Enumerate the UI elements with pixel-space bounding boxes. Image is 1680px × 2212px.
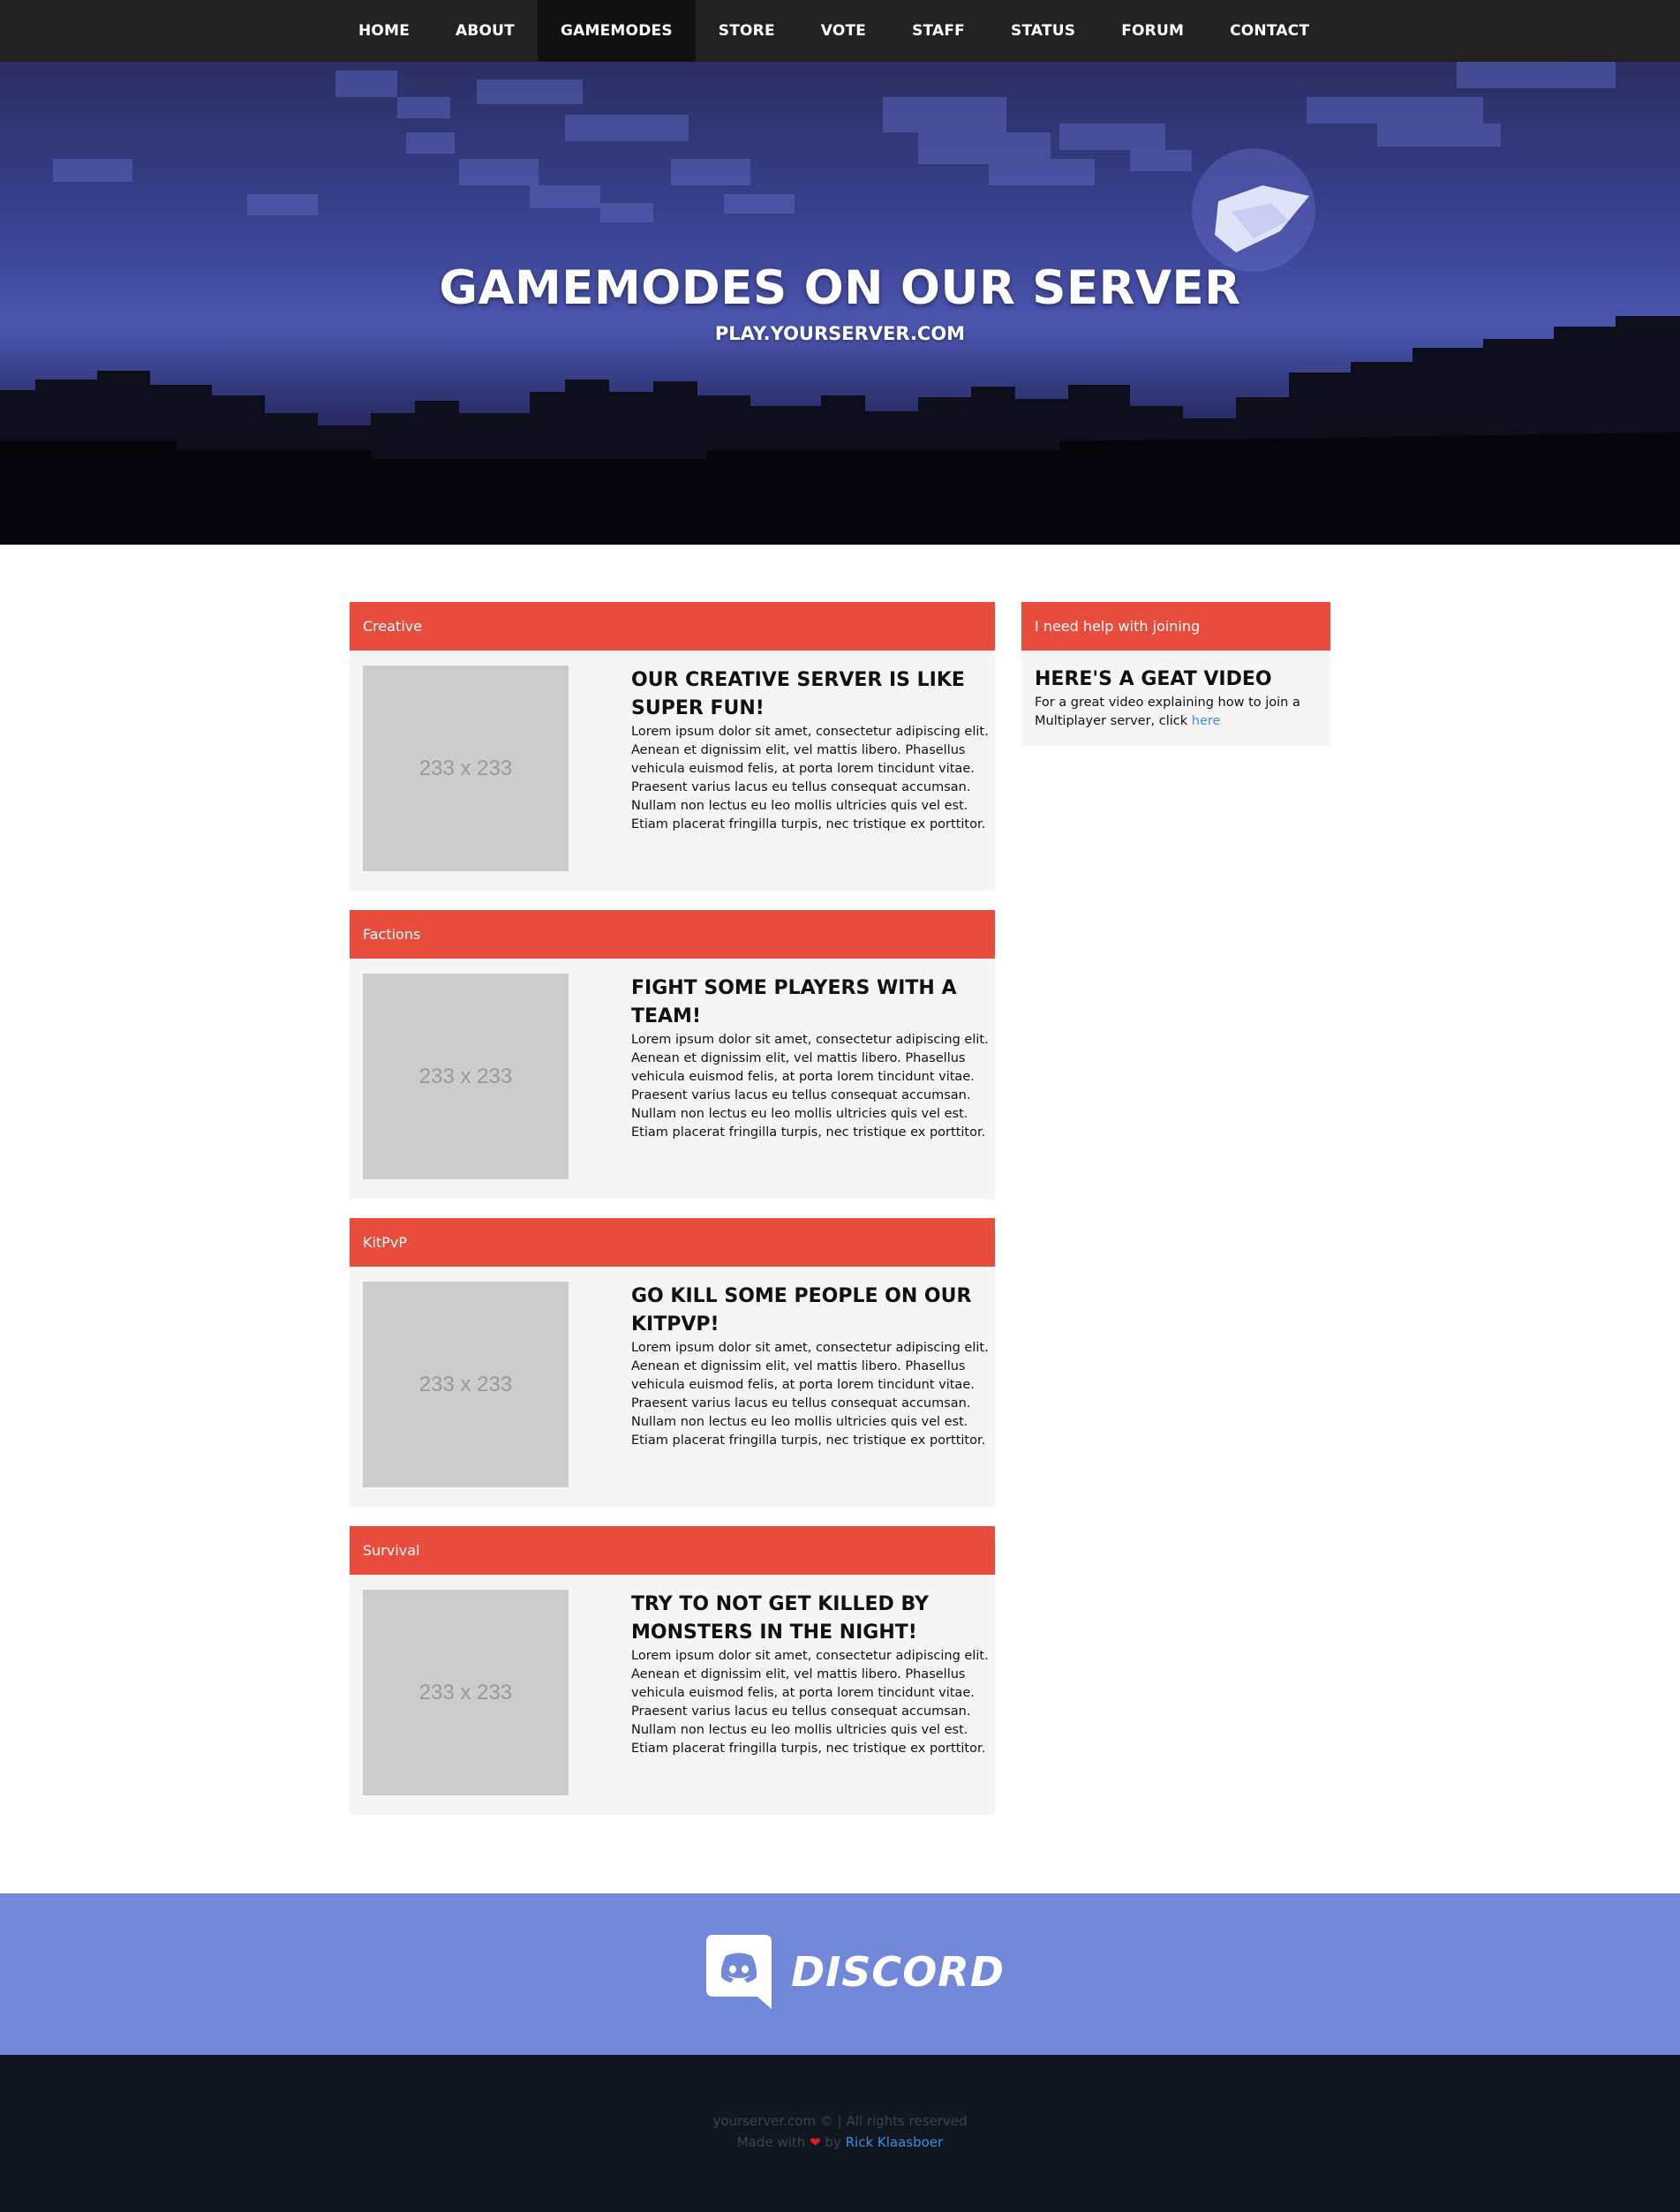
- footer-credit: Made with ❤ by Rick Klaasboer: [0, 2134, 1680, 2150]
- gamemode-text: FIGHT SOME PLAYERS WITH A TEAM! Lorem ip…: [631, 974, 1002, 1142]
- sidebar-text: For a great video explaining how to join…: [1035, 694, 1322, 731]
- nav-store[interactable]: STORE: [696, 0, 798, 62]
- gamemode-heading: TRY TO NOT GET KILLED BY MONSTERS IN THE…: [631, 1593, 929, 1644]
- nav-menu: HOME ABOUT GAMEMODES STORE VOTE STAFF ST…: [335, 0, 1332, 62]
- nav-about[interactable]: ABOUT: [433, 0, 538, 62]
- nav-contact[interactable]: CONTACT: [1207, 0, 1332, 62]
- gamemode-text: GO KILL SOME PEOPLE ON OUR KITPVP! Lorem…: [631, 1283, 1002, 1450]
- discord-icon: [706, 1935, 772, 2009]
- footer: yourserver.com © | All rights reserved M…: [0, 2055, 1680, 2212]
- gamemode-heading: GO KILL SOME PEOPLE ON OUR KITPVP!: [631, 1285, 972, 1335]
- navbar: HOME ABOUT GAMEMODES STORE VOTE STAFF ST…: [0, 0, 1680, 63]
- panel-header: Factions: [350, 910, 995, 959]
- footer-copyright: yourserver.com © | All rights reserved: [712, 2113, 968, 2129]
- nav-gamemodes[interactable]: GAMEMODES: [537, 0, 696, 62]
- panel-header: Creative: [350, 602, 995, 651]
- gamemode-description: Lorem ipsum dolor sit amet, consectetur …: [631, 1649, 989, 1756]
- author-link[interactable]: Rick Klaasboer: [846, 2134, 944, 2150]
- gamemode-description: Lorem ipsum dolor sit amet, consectetur …: [631, 1033, 989, 1140]
- gamemode-panel-factions: Factions 233 x 233 FIGHT SOME PLAYERS WI…: [350, 910, 995, 1199]
- gamemode-panel-survival: Survival 233 x 233 TRY TO NOT GET KILLED…: [350, 1526, 995, 1815]
- nav-home[interactable]: HOME: [335, 0, 433, 62]
- gamemode-image: 233 x 233: [363, 1282, 569, 1487]
- panel-header: I need help with joining: [1021, 602, 1330, 651]
- gamemode-text: TRY TO NOT GET KILLED BY MONSTERS IN THE…: [631, 1591, 1002, 1758]
- gamemode-heading: OUR CREATIVE SERVER IS LIKE SUPER FUN!: [631, 669, 965, 719]
- gamemode-description: Lorem ipsum dolor sit amet, consectetur …: [631, 725, 989, 831]
- sidebar-help-panel: I need help with joining HERE'S A GEAT V…: [1021, 602, 1330, 746]
- gamemode-description: Lorem ipsum dolor sit amet, consectetur …: [631, 1341, 989, 1448]
- hero-banner: GAMEMODES ON OUR SERVER PLAY.YOURSERVER.…: [0, 62, 1680, 545]
- nav-status[interactable]: STATUS: [988, 0, 1098, 62]
- gamemode-panel-creative: Creative 233 x 233 OUR CREATIVE SERVER I…: [350, 602, 995, 891]
- gamemode-image: 233 x 233: [363, 974, 569, 1179]
- gamemode-text: OUR CREATIVE SERVER IS LIKE SUPER FUN! L…: [631, 666, 1002, 834]
- hero-title: GAMEMODES ON OUR SERVER: [439, 261, 1241, 315]
- by-text: by: [825, 2134, 841, 2150]
- sidebar-body: For a great video explaining how to join…: [1035, 696, 1300, 728]
- discord-label: DISCORD: [791, 1948, 1005, 1996]
- gamemode-panel-kitpvp: KitPvP 233 x 233 GO KILL SOME PEOPLE ON …: [350, 1218, 995, 1507]
- panel-header: Survival: [350, 1526, 995, 1575]
- nav-forum[interactable]: FORUM: [1098, 0, 1207, 62]
- heart-icon: ❤: [810, 2134, 821, 2150]
- nav-staff[interactable]: STAFF: [889, 0, 988, 62]
- panel-header: KitPvP: [350, 1218, 995, 1267]
- sidebar-content: HERE'S A GEAT VIDEO For a great video ex…: [1035, 666, 1322, 731]
- video-link[interactable]: here: [1192, 714, 1221, 728]
- nav-vote[interactable]: VOTE: [798, 0, 889, 62]
- gamemode-image: 233 x 233: [363, 666, 569, 871]
- sidebar-heading: HERE'S A GEAT VIDEO: [1035, 668, 1272, 690]
- gamemode-heading: FIGHT SOME PLAYERS WITH A TEAM!: [631, 977, 957, 1027]
- hero-subtitle: PLAY.YOURSERVER.COM: [714, 323, 966, 344]
- gamemode-image: 233 x 233: [363, 1590, 569, 1795]
- discord-banner: DISCORD: [0, 1893, 1680, 2055]
- discord-link[interactable]: DISCORD: [706, 1935, 1005, 2009]
- made-with-text: Made with: [736, 2134, 806, 2150]
